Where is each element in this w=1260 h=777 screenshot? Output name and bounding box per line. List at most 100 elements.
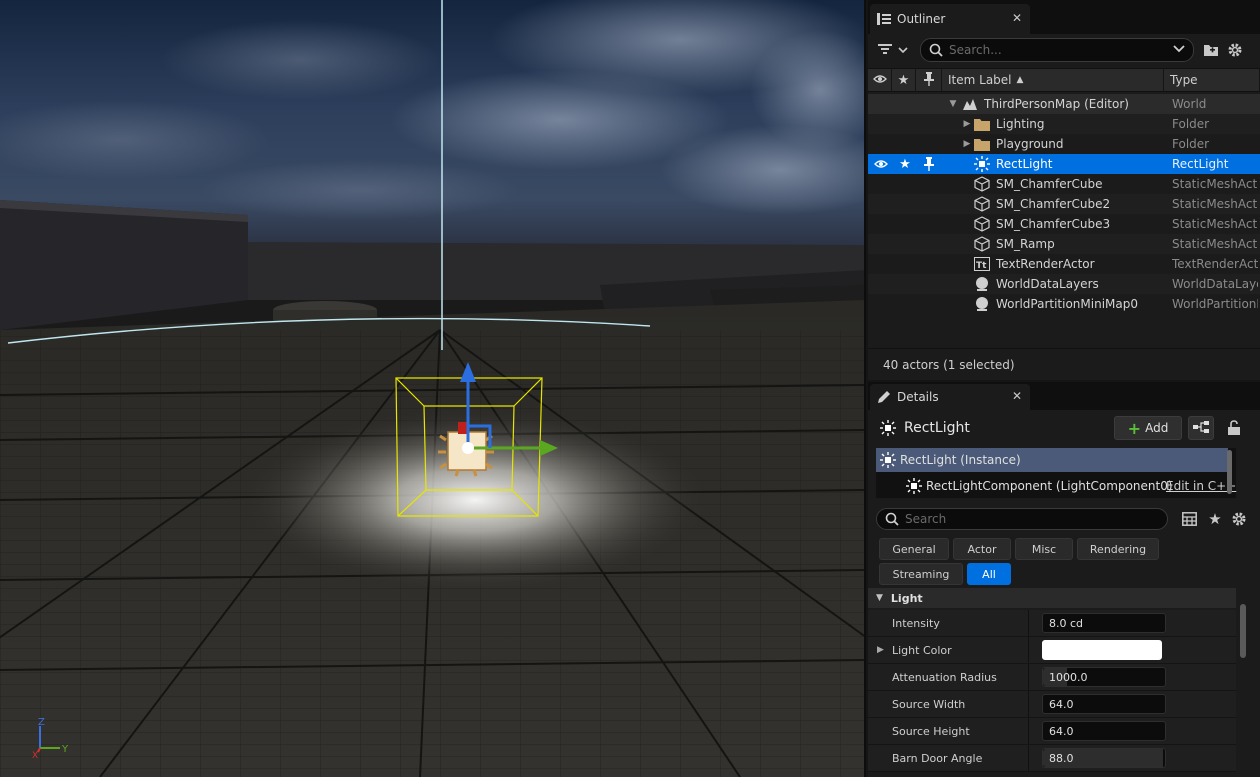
tree-row-chamfercube2[interactable]: SM_ChamferCube2 StaticMeshActor (868, 194, 1260, 214)
section-light[interactable]: ▼ Light (868, 588, 1236, 608)
property-name: Barn Door Angle (892, 751, 983, 765)
viewport-scene[interactable] (0, 0, 866, 777)
type-header: Type (1170, 73, 1198, 87)
intensity-field[interactable]: 8.0 cd (1042, 613, 1166, 633)
tab-details[interactable]: Details ✕ (870, 384, 1030, 410)
gear-icon[interactable] (1226, 41, 1244, 59)
star-icon[interactable]: ★ (1206, 510, 1224, 528)
table-view-icon[interactable] (1180, 510, 1198, 528)
component-tree: RectLight (Instance) RectLightComponent … (876, 448, 1236, 498)
tree-row-chamfercube[interactable]: SM_ChamferCube StaticMeshActor (868, 174, 1260, 194)
expand-arrow-icon[interactable]: ▼ (948, 99, 958, 109)
barn-door-angle-slider[interactable]: 88.0 (1042, 748, 1166, 768)
outliner-toolbar: Search... (868, 36, 1260, 64)
gear-icon[interactable] (1230, 510, 1248, 528)
tree-row-label: WorldPartitionMiniMap0 (996, 297, 1138, 311)
details-search-input[interactable]: Search (876, 508, 1168, 530)
tree-row-rectlight[interactable]: ★ RectLight RectLight (868, 154, 1260, 174)
tree-row-label: WorldDataLayers (996, 277, 1099, 291)
category-all[interactable]: All (967, 563, 1011, 585)
section-light-label: Light (890, 591, 923, 605)
collapse-arrow-icon: ▼ (876, 593, 883, 603)
edit-in-cpp-link[interactable]: Edit in C++ (1166, 479, 1236, 493)
tree-row-type: WorldPartitionMiniMap (1172, 297, 1258, 311)
light-color-swatch[interactable] (1042, 640, 1162, 660)
pin-column[interactable] (916, 69, 942, 91)
component-tree-scrollbar[interactable] (1227, 450, 1232, 494)
static-mesh-icon (974, 196, 990, 212)
axis-y-label: Y (61, 744, 69, 755)
tree-row-world[interactable]: ▼ ThirdPersonMap (Editor) World (868, 94, 1260, 114)
expand-arrow-icon[interactable]: ▶ (962, 139, 972, 149)
axis-orientation-widget: Z Y X (32, 717, 69, 761)
tree-row-minimap[interactable]: WorldPartitionMiniMap0 WorldPartitionMin… (868, 294, 1260, 314)
actor-name-label: RectLight (904, 420, 970, 436)
property-intensity: Intensity 8.0 cd (868, 610, 1236, 637)
category-actor[interactable]: Actor (953, 538, 1011, 560)
category-rendering[interactable]: Rendering (1077, 538, 1159, 560)
outliner-status: 40 actors (1 selected) (868, 348, 1260, 380)
add-component-button[interactable]: + Add (1114, 416, 1182, 440)
visibility-column[interactable] (868, 69, 892, 91)
tab-outliner[interactable]: Outliner ✕ (870, 4, 1030, 34)
eye-icon[interactable] (873, 156, 889, 172)
property-name: Attenuation Radius (892, 670, 997, 684)
static-mesh-icon (974, 176, 990, 192)
category-streaming[interactable]: Streaming (879, 563, 963, 585)
property-name: Light Color (892, 643, 952, 657)
attenuation-radius-slider[interactable]: 1000.0 (1042, 667, 1166, 687)
favorite-column[interactable]: ★ (892, 69, 916, 91)
static-mesh-icon (974, 216, 990, 232)
star-icon: ★ (897, 72, 910, 88)
folder-icon (974, 116, 990, 132)
star-icon[interactable]: ★ (897, 156, 913, 172)
tree-row-worlddatalayers[interactable]: WorldDataLayers WorldDataLayers (868, 274, 1260, 294)
plus-icon: + (1127, 418, 1142, 438)
tree-row-type: StaticMeshActor (1172, 197, 1258, 211)
tree-row-chamfercube3[interactable]: SM_ChamferCube3 StaticMeshActor (868, 214, 1260, 234)
tree-row-label: Playground (996, 137, 1064, 151)
axis-z-label: Z (38, 717, 45, 728)
tree-row-type: StaticMeshActor (1172, 177, 1258, 191)
source-height-field[interactable]: 64.0 (1042, 721, 1166, 741)
barn-door-angle-value: 88.0 (1049, 751, 1074, 765)
tree-row-folder-playground[interactable]: ▶ Playground Folder (868, 134, 1260, 154)
static-mesh-icon (974, 236, 990, 252)
svg-text:Tt: Tt (976, 261, 987, 271)
details-scrollbar[interactable] (1240, 604, 1246, 658)
tree-row-textrender[interactable]: Tt TextRenderActor TextRenderActor (868, 254, 1260, 274)
expand-arrow-icon[interactable]: ▶ (877, 645, 884, 655)
tree-row-ramp[interactable]: SM_Ramp StaticMeshActor (868, 234, 1260, 254)
outliner-search-input[interactable]: Search... (920, 38, 1194, 62)
component-instance-row[interactable]: RectLight (Instance) (876, 448, 1228, 472)
expand-arrow-icon[interactable]: ▶ (962, 119, 972, 129)
filter-button[interactable] (878, 39, 914, 61)
chevron-down-icon (898, 43, 908, 57)
component-row[interactable]: RectLightComponent (LightComponent0) Edi… (876, 474, 1236, 498)
lock-icon[interactable] (1224, 418, 1244, 438)
search-icon (885, 512, 899, 526)
tree-row-type: RectLight (1172, 157, 1229, 171)
level-viewport[interactable]: Z Y X (0, 0, 866, 777)
search-icon (929, 43, 943, 57)
outliner-tab-label: Outliner (897, 12, 946, 26)
source-width-field[interactable]: 64.0 (1042, 694, 1166, 714)
tree-row-label: Lighting (996, 117, 1045, 131)
add-button-label: Add (1145, 421, 1169, 435)
tree-row-type: TextRenderActor (1172, 257, 1258, 271)
sort-ascending-icon: ▲ (1016, 75, 1024, 85)
chevron-down-icon[interactable] (1173, 42, 1185, 56)
add-folder-icon[interactable] (1202, 41, 1220, 59)
item-label-column[interactable]: Item Label ▲ (942, 69, 1164, 91)
pin-icon[interactable] (921, 156, 937, 172)
rect-light-icon (906, 478, 922, 494)
category-general[interactable]: General (879, 538, 949, 560)
blueprint-button[interactable] (1188, 416, 1214, 440)
category-misc[interactable]: Misc (1015, 538, 1073, 560)
close-icon[interactable]: ✕ (1012, 11, 1022, 25)
close-icon[interactable]: ✕ (1012, 389, 1022, 403)
rect-light-icon (880, 452, 896, 468)
world-data-icon (974, 276, 990, 292)
tree-row-folder-lighting[interactable]: ▶ Lighting Folder (868, 114, 1260, 134)
type-column[interactable]: Type (1164, 69, 1260, 91)
